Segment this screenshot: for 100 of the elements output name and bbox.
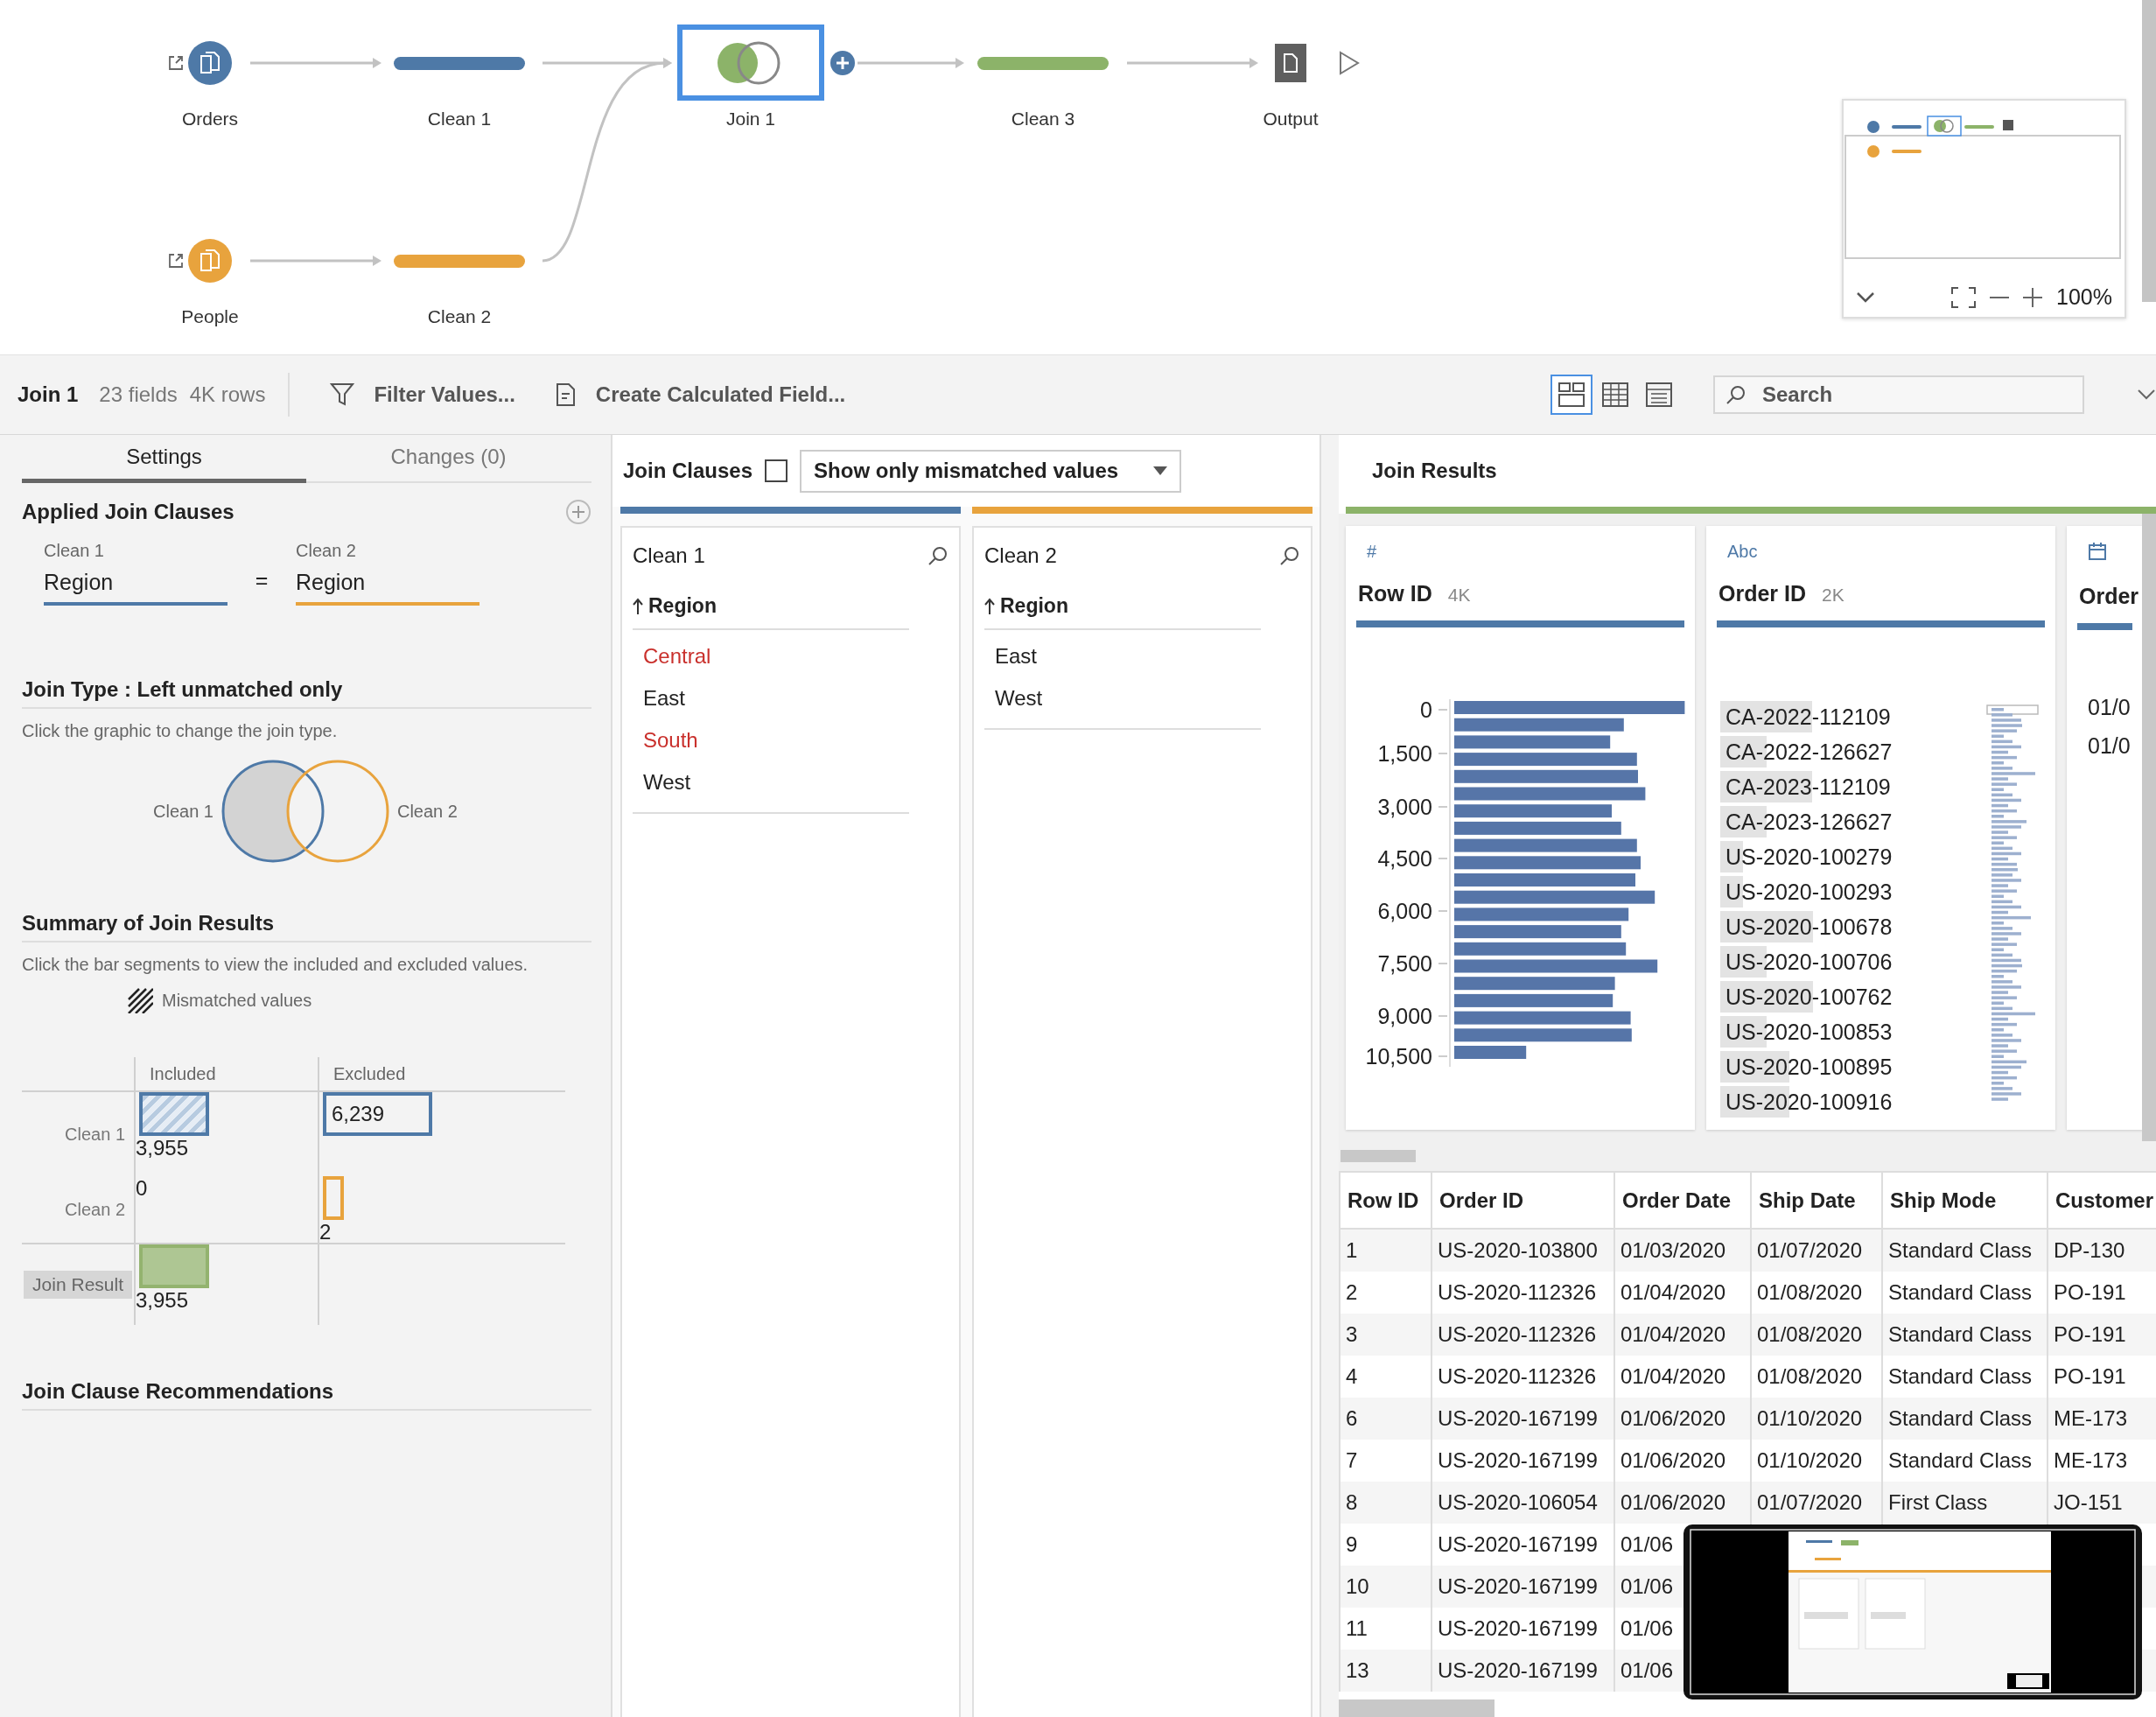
histogram-bar[interactable]: [1454, 1028, 1632, 1042]
column-header[interactable]: Order ID: [1432, 1172, 1614, 1229]
scrollbar[interactable]: [1340, 1150, 1416, 1162]
result-bar[interactable]: [139, 1092, 209, 1136]
column-header[interactable]: Order Date: [1614, 1172, 1751, 1229]
histogram-bar[interactable]: [1454, 942, 1627, 956]
value-item[interactable]: US-2020-100762: [1720, 979, 1893, 1014]
table-view-icon: [1602, 382, 1628, 407]
histogram-bar[interactable]: [1454, 908, 1629, 922]
table-cell: 10: [1346, 1574, 1369, 1598]
data-source-node[interactable]: [188, 239, 232, 283]
histogram-bar[interactable]: [1454, 1011, 1631, 1025]
toolbar-action[interactable]: Filter Values...: [330, 382, 515, 407]
table-cell: Standard Class: [1888, 1406, 2033, 1430]
table-cell: 2: [1346, 1280, 1358, 1304]
zoom-in-icon[interactable]: [2023, 287, 2043, 307]
result-bar[interactable]: 6,239: [323, 1092, 432, 1136]
search-field[interactable]: Search: [1713, 375, 2084, 414]
clause-label: Clean 2: [296, 541, 357, 561]
search-icon[interactable]: [928, 545, 948, 566]
table-cell: 01/06/2020: [1620, 1448, 1726, 1472]
result-bar[interactable]: [323, 1176, 344, 1220]
run-icon[interactable]: [1339, 51, 1360, 75]
filter-dropdown[interactable]: Show only mismatched values: [800, 449, 1182, 493]
panel-tab[interactable]: Changes (0): [306, 435, 591, 483]
output-node[interactable]: [1275, 44, 1306, 82]
histogram-bar[interactable]: [1454, 856, 1641, 870]
cards-view-icon: [1558, 382, 1585, 407]
column-header[interactable]: Customer: [2048, 1172, 2156, 1229]
value-item[interactable]: US-2020-100706: [1720, 944, 1893, 979]
expand-chevron-icon[interactable]: [2137, 389, 2156, 401]
filter-icon: [330, 382, 355, 407]
input-exit-icon[interactable]: [167, 252, 185, 270]
scrollbar[interactable]: [2142, 514, 2156, 1141]
histogram-bar[interactable]: [1454, 959, 1658, 973]
toolbar-action[interactable]: Create Calculated Field...: [555, 382, 846, 407]
sort-arrow-icon[interactable]: [633, 597, 643, 615]
value-item[interactable]: 01/0: [2088, 688, 2132, 726]
checkbox[interactable]: [765, 459, 788, 482]
field-value[interactable]: Central: [633, 635, 909, 677]
add-icon[interactable]: [565, 499, 592, 525]
clean-step-node[interactable]: [394, 57, 525, 70]
node-label: Clean 2: [427, 306, 492, 327]
scrollbar[interactable]: [1339, 1699, 1494, 1717]
value-item[interactable]: US-2020-100293: [1720, 874, 1893, 909]
histogram-bar[interactable]: [1454, 787, 1646, 801]
value-item[interactable]: CA-2023-126627: [1720, 804, 1893, 839]
histogram-bar[interactable]: [1454, 838, 1637, 852]
value-item[interactable]: US-2020-100678: [1720, 909, 1893, 944]
clean-step-node[interactable]: [977, 57, 1109, 70]
histogram-bar[interactable]: [1454, 993, 1614, 1007]
histogram-bar[interactable]: [1454, 890, 1656, 904]
table-cell: 01/06: [1620, 1658, 1674, 1682]
axis-label: 9,000: [1377, 1004, 1432, 1028]
histogram-bar[interactable]: [1454, 977, 1615, 991]
join-field[interactable]: Region: [44, 570, 228, 606]
card-title: Clean 1: [633, 543, 705, 568]
column-header[interactable]: Ship Mode: [1882, 1172, 2048, 1229]
collapse-chevron-icon[interactable]: [1856, 291, 1875, 304]
value-item[interactable]: US-2020-100853: [1720, 1014, 1893, 1049]
field-value[interactable]: South: [633, 719, 909, 761]
table-cell: 7: [1346, 1448, 1358, 1472]
clean-step-node[interactable]: [394, 255, 525, 268]
histogram-bar[interactable]: [1454, 804, 1612, 818]
value-item[interactable]: CA-2023-112109: [1720, 769, 1891, 804]
table-cell: 6: [1346, 1406, 1358, 1430]
field-value[interactable]: East: [984, 635, 1261, 677]
sort-arrow-icon[interactable]: [984, 597, 995, 615]
histogram-bar[interactable]: [1454, 753, 1637, 767]
value-item[interactable]: CA-2022-126627: [1720, 734, 1893, 769]
column-header[interactable]: Ship Date: [1751, 1172, 1882, 1229]
value-item[interactable]: US-2020-100916: [1720, 1084, 1893, 1119]
value-item[interactable]: US-2020-100895: [1720, 1049, 1893, 1084]
value-item[interactable]: 01/0: [2088, 726, 2132, 765]
add-step-icon[interactable]: [830, 50, 856, 76]
scrollbar[interactable]: [2142, 0, 2156, 302]
value-item[interactable]: CA-2022-112109: [1720, 699, 1891, 734]
data-source-node[interactable]: [188, 41, 232, 85]
view-toggle[interactable]: [1550, 375, 1592, 415]
histogram-bar[interactable]: [1454, 718, 1624, 732]
search-icon[interactable]: [1279, 545, 1300, 566]
input-exit-icon[interactable]: [167, 54, 185, 72]
field-value[interactable]: West: [984, 677, 1261, 719]
histogram-bar[interactable]: [1454, 769, 1638, 783]
operator: =: [254, 568, 270, 594]
histogram-bar[interactable]: [1454, 735, 1611, 749]
row-label: Join Result: [24, 1271, 132, 1299]
histogram-bar[interactable]: [1454, 821, 1621, 835]
column-name: Row ID: [1358, 581, 1432, 606]
value-item[interactable]: US-2020-100279: [1720, 839, 1893, 874]
fit-to-screen-icon[interactable]: [1951, 286, 1977, 308]
histogram-bar[interactable]: [1454, 925, 1621, 939]
join-step-node[interactable]: [677, 25, 824, 101]
table-cell: PO-191: [2054, 1364, 2126, 1388]
panel-tab[interactable]: Settings: [22, 435, 306, 483]
panel-title: Join Results: [1372, 459, 1497, 483]
join-field[interactable]: Region: [296, 570, 480, 606]
field-value[interactable]: West: [633, 761, 909, 803]
column-header[interactable]: Row ID: [1340, 1172, 1432, 1229]
field-value[interactable]: East: [633, 677, 909, 719]
